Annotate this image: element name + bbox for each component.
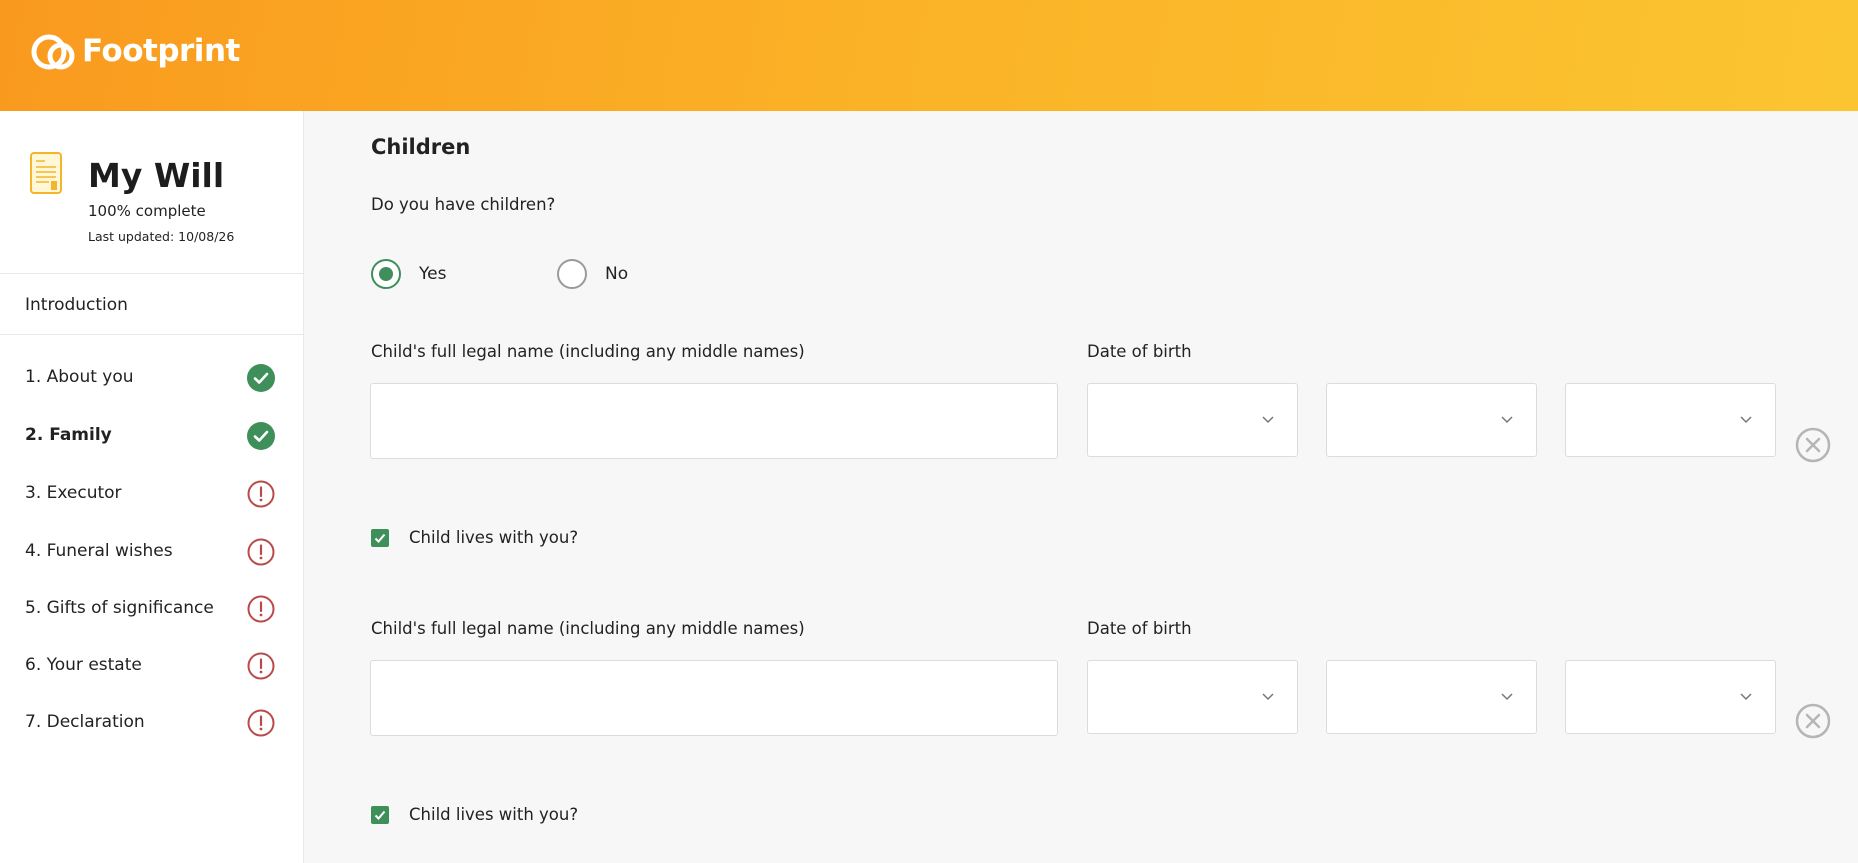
chevron-down-icon xyxy=(1262,416,1274,424)
exclamation-circle-icon xyxy=(247,538,275,566)
sidebar-item-label: 1. About you xyxy=(25,367,134,387)
dob-month-select[interactable] xyxy=(1326,660,1537,734)
sidebar-item-funeral-wishes[interactable]: 4. Funeral wishes xyxy=(0,530,304,574)
sidebar-item-label: 3. Executor xyxy=(25,483,122,503)
dob-day-select[interactable] xyxy=(1087,383,1298,457)
check-circle-icon xyxy=(247,364,275,392)
chevron-down-icon xyxy=(1262,693,1274,701)
close-circle-icon[interactable] xyxy=(1795,427,1831,463)
exclamation-circle-icon xyxy=(247,652,275,680)
sidebar-item-label: 7. Declaration xyxy=(25,712,145,732)
child-name-label: Child's full legal name (including any m… xyxy=(371,619,805,638)
will-last-updated: Last updated: 10/08/26 xyxy=(88,229,235,244)
chevron-down-icon xyxy=(1740,416,1752,424)
date-of-birth-label: Date of birth xyxy=(1087,342,1192,361)
radio-label: No xyxy=(605,264,629,284)
chevron-down-icon xyxy=(1501,416,1513,424)
document-icon xyxy=(30,152,62,194)
child-name-label: Child's full legal name (including any m… xyxy=(371,342,805,361)
checkbox-label: Child lives with you? xyxy=(409,805,579,824)
child-name-input[interactable] xyxy=(370,383,1058,459)
main-content: Children Do you have children? Yes No Ch… xyxy=(304,111,1858,863)
dob-day-select[interactable] xyxy=(1087,660,1298,734)
sidebar-item-label: 2. Family xyxy=(25,425,112,445)
exclamation-circle-icon xyxy=(247,480,275,508)
check-icon xyxy=(374,533,386,543)
dob-month-select[interactable] xyxy=(1326,383,1537,457)
will-progress-text: 100% complete xyxy=(88,202,206,220)
date-of-birth-label: Date of birth xyxy=(1087,619,1192,638)
children-question: Do you have children? xyxy=(371,195,556,214)
logo-text: Footprint xyxy=(82,33,240,69)
sidebar-item-declaration[interactable]: 7. Declaration xyxy=(0,701,304,745)
checkbox-checked[interactable] xyxy=(371,528,389,547)
sidebar-item-gifts-of-significance[interactable]: 5. Gifts of significance xyxy=(0,587,304,631)
child-lives-with-you-checkbox[interactable]: Child lives with you? xyxy=(371,528,578,547)
child-name-input[interactable] xyxy=(370,660,1058,736)
chevron-down-icon xyxy=(1501,693,1513,701)
exclamation-circle-icon xyxy=(247,709,275,737)
check-icon xyxy=(374,810,386,820)
will-title: My Will xyxy=(88,156,225,195)
exclamation-circle-icon xyxy=(247,595,275,623)
sidebar: My Will 100% complete Last updated: 10/0… xyxy=(0,111,304,863)
will-summary-card: My Will 100% complete Last updated: 10/0… xyxy=(0,111,304,274)
sidebar-item-about-you[interactable]: 1. About you xyxy=(0,356,304,400)
app-header: Footprint xyxy=(0,0,1858,111)
radio-button-selected[interactable] xyxy=(371,259,401,289)
section-title: Children xyxy=(371,135,471,159)
dob-year-select[interactable] xyxy=(1565,660,1776,734)
sidebar-item-label: 4. Funeral wishes xyxy=(25,541,173,561)
sidebar-item-label: Introduction xyxy=(25,295,128,315)
radio-no[interactable]: No xyxy=(557,259,628,289)
chevron-down-icon xyxy=(1740,693,1752,701)
sidebar-item-label: 5. Gifts of significance xyxy=(25,598,214,618)
checkbox-checked[interactable] xyxy=(371,805,389,824)
child-lives-with-you-checkbox[interactable]: Child lives with you? xyxy=(371,805,578,824)
sidebar-item-your-estate[interactable]: 6. Your estate xyxy=(0,644,304,688)
check-circle-icon xyxy=(247,422,275,450)
sidebar-item-executor[interactable]: 3. Executor xyxy=(0,472,304,516)
sidebar-item-family[interactable]: 2. Family xyxy=(0,414,304,458)
close-circle-icon[interactable] xyxy=(1795,703,1831,739)
radio-yes[interactable]: Yes xyxy=(371,259,446,289)
footprint-logo[interactable]: Footprint xyxy=(30,28,240,74)
dob-year-select[interactable] xyxy=(1565,383,1776,457)
radio-label: Yes xyxy=(419,264,447,284)
footprint-logo-icon xyxy=(31,34,75,70)
radio-button[interactable] xyxy=(557,259,587,289)
sidebar-item-introduction[interactable]: Introduction xyxy=(0,274,304,335)
sidebar-item-label: 6. Your estate xyxy=(25,655,142,675)
checkbox-label: Child lives with you? xyxy=(409,528,579,547)
